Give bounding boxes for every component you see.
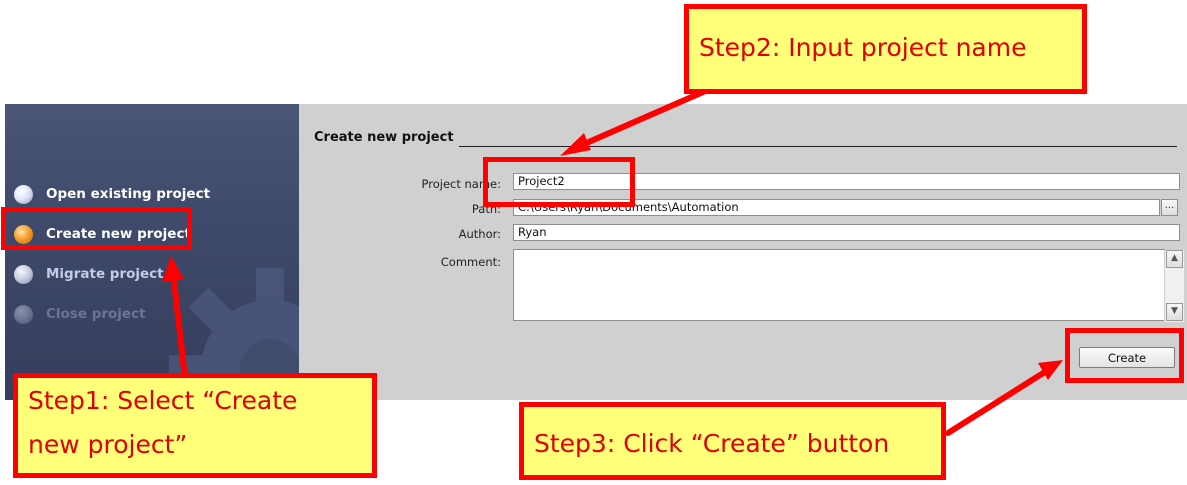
arrow-step1-head [162,256,184,282]
step1-callout: Step1: Select “Create new project” [13,373,377,478]
arrow-step2-line [572,89,706,151]
step2-text: Step2: Input project name [699,33,1027,62]
step1-text-line1: Step1: Select “Create [28,386,298,415]
step3-callout: Step3: Click “Create” button [519,402,946,480]
arrow-step3-line [945,367,1051,436]
step2-callout: Step2: Input project name [684,4,1087,94]
step1-text-line2: new project” [28,430,188,459]
arrow-step2-head [560,133,591,156]
step3-text: Step3: Click “Create” button [534,429,890,458]
arrow-step1-line [170,269,188,381]
